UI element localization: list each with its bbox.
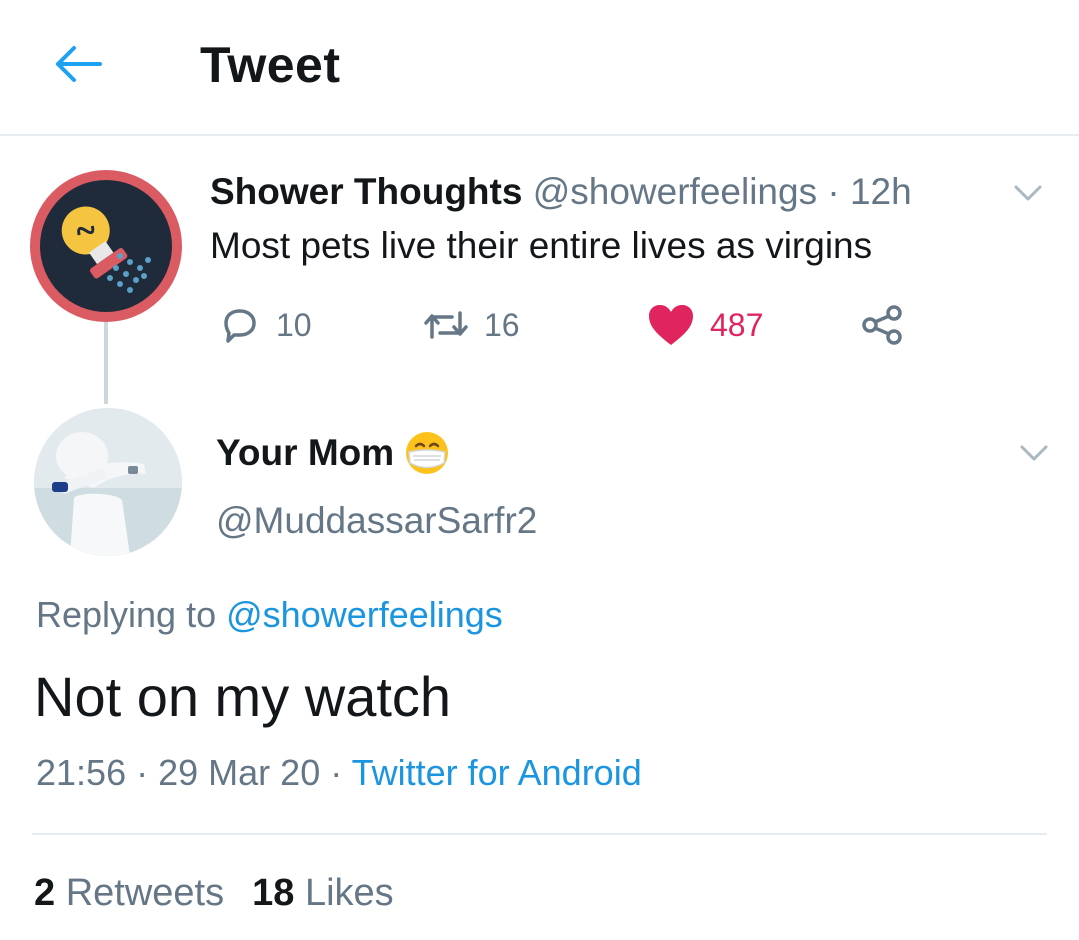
retweet-icon: [424, 311, 468, 339]
replying-to: Replying to @showerfeelings: [36, 594, 503, 636]
replying-mention-link[interactable]: @showerfeelings: [226, 594, 503, 635]
tweet-actions: 10 16 487: [210, 300, 930, 350]
author-handle[interactable]: @showerfeelings: [533, 171, 817, 212]
separator: ·: [136, 752, 149, 793]
tweet-time[interactable]: 12h: [850, 171, 912, 212]
shower-thoughts-avatar[interactable]: [30, 170, 182, 322]
reply-icon: [224, 309, 256, 343]
your-mom-avatar[interactable]: [34, 408, 182, 556]
reply-author-row: Your Mom: [216, 428, 450, 478]
like-count: 487: [710, 306, 764, 343]
reply-count: 10: [276, 306, 312, 343]
share-button[interactable]: [860, 300, 906, 350]
parent-tweet-header: Shower Thoughts @showerfeelings · 12h: [210, 170, 912, 214]
tweet-date: 29 Mar 20: [158, 752, 321, 793]
chevron-down-icon: [1014, 185, 1042, 201]
back-button[interactable]: [50, 42, 106, 86]
replying-prefix: Replying to: [36, 594, 217, 635]
likes-count: 18: [252, 872, 295, 914]
reply-menu-button[interactable]: [1014, 438, 1054, 468]
chevron-down-icon: [1020, 445, 1048, 461]
retweets-count: 2: [34, 872, 56, 914]
mask-face-emoji-icon: [406, 432, 449, 474]
retweets-stat[interactable]: 2 Retweets: [34, 872, 224, 914]
reply-tweet-text: Not on my watch: [34, 665, 452, 728]
reply-author-name[interactable]: Your Mom: [216, 432, 394, 474]
retweet-count: 16: [484, 306, 520, 343]
author-name[interactable]: Shower Thoughts: [210, 171, 522, 212]
dab-figure-photo: [34, 408, 182, 556]
tweet-menu-button[interactable]: [1008, 178, 1048, 208]
likes-stat[interactable]: 18 Likes: [252, 872, 394, 914]
likes-label: Likes: [304, 872, 394, 914]
separator: ·: [330, 752, 343, 793]
heart-filled-icon: [649, 305, 693, 345]
arrow-left-icon: [56, 46, 102, 82]
share-icon: [862, 305, 902, 345]
tweet-source-link[interactable]: Twitter for Android: [352, 752, 642, 793]
divider: [32, 833, 1047, 835]
top-bar: Tweet: [0, 0, 1079, 136]
like-button[interactable]: 487: [646, 300, 763, 350]
tweet-timestamp: 21:56: [36, 752, 127, 793]
parent-tweet-text: Most pets live their entire lives as vir…: [210, 225, 873, 266]
reply-author-handle[interactable]: @MuddassarSarfr2: [216, 500, 537, 542]
page-title: Tweet: [200, 37, 341, 93]
tweet-stats: 2 Retweets 18 Likes: [34, 872, 394, 915]
tweet-meta: 21:56 · 29 Mar 20 · Twitter for Android: [36, 752, 642, 794]
separator: ·: [827, 171, 840, 212]
thread-connector: [104, 322, 108, 404]
reply-button[interactable]: 10: [218, 300, 312, 350]
lightbulb-shower-icon: [40, 180, 172, 312]
retweet-button[interactable]: 16: [422, 300, 520, 350]
retweets-label: Retweets: [65, 872, 225, 914]
